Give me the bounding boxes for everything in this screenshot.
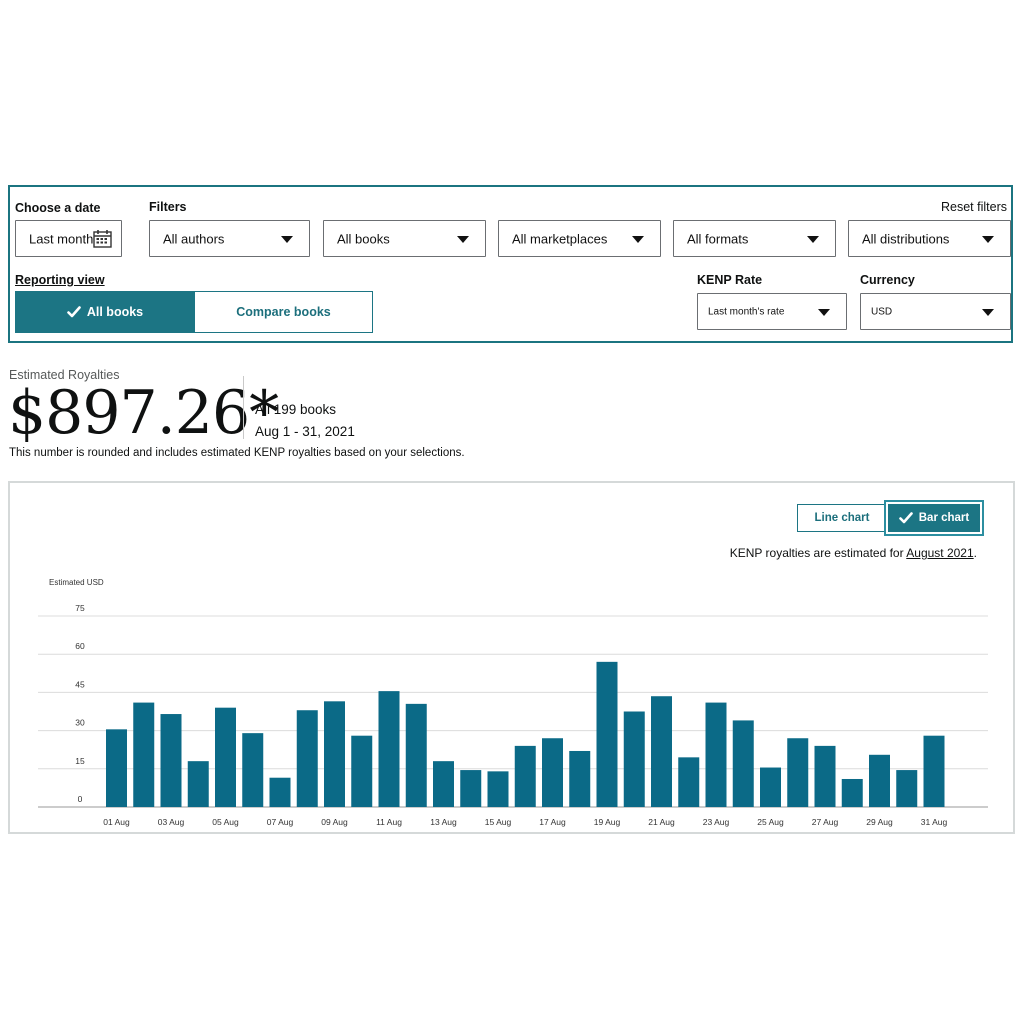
x-tick-label: 03 Aug — [158, 817, 185, 827]
x-tick-label: 07 Aug — [267, 817, 294, 827]
x-tick-label: 09 Aug — [321, 817, 348, 827]
x-tick-layer: 01 Aug 03 Aug 05 Aug 07 Aug 09 Aug 11 Aug 13 A… — [103, 817, 947, 827]
summary-books: All 199 books — [255, 402, 337, 417]
bar-10-aug[interactable] — [351, 735, 373, 807]
authors-dropdown-value: All authors — [163, 231, 225, 246]
chevron-down-icon — [818, 308, 830, 316]
bar-13-aug[interactable] — [433, 761, 454, 807]
authors-dropdown[interactable]: All authors — [149, 220, 310, 257]
bar-07-aug[interactable] — [269, 777, 291, 807]
books-dropdown-value: All books — [337, 231, 390, 246]
chevron-down-icon — [632, 235, 644, 243]
distributions-dropdown[interactable]: All distributions — [848, 220, 1011, 257]
chevron-down-icon — [807, 235, 819, 243]
y-tick-label: 45 — [75, 679, 85, 689]
marketplaces-dropdown-value: All marketplaces — [512, 231, 608, 246]
y-tick-label: 15 — [75, 756, 85, 766]
currency-dropdown-value: USD — [871, 306, 893, 317]
bar-12-aug[interactable] — [405, 703, 427, 807]
y-tick-label: 75 — [75, 603, 85, 613]
compare-books-button-label: Compare books — [236, 305, 331, 319]
bar-14-aug[interactable] — [460, 770, 482, 807]
date-picker-value: Last month — [29, 231, 94, 246]
x-tick-label: 21 Aug — [648, 817, 675, 827]
y-tick-label: 30 — [75, 718, 85, 728]
x-tick-label: 01 Aug — [103, 817, 130, 827]
formats-dropdown-value: All formats — [687, 231, 749, 246]
books-dropdown[interactable]: All books — [323, 220, 486, 257]
bar-30-aug[interactable] — [896, 770, 918, 807]
chevron-down-icon — [982, 235, 994, 243]
reporting-view-label: Reporting view — [15, 273, 105, 287]
bar-04-aug[interactable] — [187, 761, 209, 807]
marketplaces-dropdown[interactable]: All marketplaces — [498, 220, 661, 257]
x-tick-label: 17 Aug — [539, 817, 566, 827]
x-tick-label: 15 Aug — [485, 817, 512, 827]
bar-02-aug[interactable] — [133, 702, 155, 807]
bar-16-aug[interactable] — [514, 745, 536, 807]
kenp-rate-dropdown[interactable]: Last month's rate — [697, 293, 847, 330]
filters-label: Filters — [149, 200, 187, 214]
x-tick-label: 05 Aug — [212, 817, 239, 827]
chevron-down-icon — [281, 235, 293, 243]
x-tick-label: 27 Aug — [812, 817, 839, 827]
all-books-button[interactable]: All books — [15, 291, 195, 333]
bar-27-aug[interactable] — [814, 745, 836, 807]
bar-01-aug[interactable] — [106, 729, 127, 807]
bar-28-aug[interactable] — [841, 778, 863, 807]
summary-date-range: Aug 1 - 31, 2021 — [255, 424, 355, 439]
chevron-down-icon — [457, 235, 469, 243]
x-tick-label: 31 Aug — [921, 817, 948, 827]
bar-25-aug[interactable] — [760, 767, 781, 807]
y-axis-title: Estimated USD — [49, 578, 104, 587]
distributions-dropdown-value: All distributions — [862, 231, 950, 246]
formats-dropdown[interactable]: All formats — [673, 220, 836, 257]
chevron-down-icon — [982, 308, 994, 316]
currency-label: Currency — [860, 273, 915, 287]
x-tick-label: 23 Aug — [703, 817, 730, 827]
bar-23-aug[interactable] — [705, 702, 727, 807]
bar-06-aug[interactable] — [242, 733, 264, 807]
calendar-icon — [93, 230, 112, 248]
bar-15-aug[interactable] — [487, 771, 509, 807]
bar-22-aug[interactable] — [678, 757, 700, 807]
bar-11-aug[interactable] — [378, 691, 400, 807]
filter-panel: Choose a date Filters Reset filters Last… — [8, 185, 1013, 343]
bar-19-aug[interactable] — [596, 661, 618, 807]
date-label: Choose a date — [15, 201, 101, 215]
bar-03-aug[interactable] — [160, 714, 182, 807]
x-tick-label: 29 Aug — [866, 817, 893, 827]
x-tick-label: 13 Aug — [430, 817, 457, 827]
check-icon — [67, 306, 81, 318]
bar-layer — [106, 661, 945, 808]
x-tick-label: 25 Aug — [757, 817, 784, 827]
rounding-note: This number is rounded and includes esti… — [9, 447, 465, 459]
all-books-button-label: All books — [86, 305, 144, 319]
x-tick-label: 19 Aug — [594, 817, 621, 827]
royalty-bar-chart: Estimated USD 0 15 30 45 60 75 01 Aug 03 Aug 05… — [38, 578, 988, 827]
chart-card: Line chart Bar chart KENP royalties are … — [8, 481, 1015, 834]
bar-24-aug[interactable] — [732, 720, 754, 807]
bar-05-aug[interactable] — [215, 707, 236, 807]
bar-26-aug[interactable] — [787, 738, 809, 807]
bar-31-aug[interactable] — [923, 735, 945, 807]
bar-18-aug[interactable] — [569, 750, 591, 807]
kenp-rate-label: KENP Rate — [697, 273, 763, 287]
reset-filters-link[interactable]: Reset filters — [941, 200, 1007, 214]
summary-divider — [243, 376, 244, 439]
y-tick-label: 60 — [75, 641, 85, 651]
bar-17-aug[interactable] — [542, 738, 563, 807]
date-picker[interactable]: Last month — [15, 220, 122, 257]
royalties-amount: $897.26* — [8, 378, 279, 448]
currency-dropdown[interactable]: USD — [860, 293, 1011, 330]
kenp-rate-dropdown-value: Last month's rate — [708, 306, 785, 317]
bar-20-aug[interactable] — [623, 711, 645, 808]
bar-09-aug[interactable] — [324, 701, 345, 807]
bar-08-aug[interactable] — [296, 710, 318, 807]
bar-29-aug[interactable] — [869, 754, 890, 807]
x-tick-label: 11 Aug — [376, 817, 402, 827]
bar-21-aug[interactable] — [651, 696, 672, 807]
y-tick-label: 0 — [78, 794, 83, 804]
compare-books-button[interactable]: Compare books — [194, 291, 373, 333]
